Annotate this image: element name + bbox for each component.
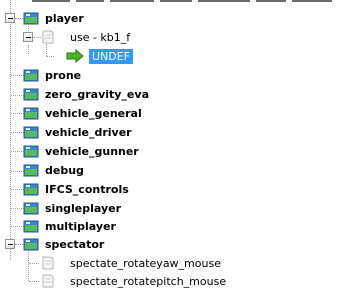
tree-node-multiplayer[interactable]: multiplayer	[45, 219, 116, 234]
group-folder-icon	[23, 69, 39, 82]
tree-node-spectate-rotatepitch-mouse[interactable]: spectate_rotatepitch_mouse	[70, 274, 226, 289]
clipped-previous-row	[30, 0, 341, 3]
group-folder-icon	[23, 164, 39, 177]
tree-node-singleplayer[interactable]: singleplayer	[45, 201, 121, 216]
group-folder-icon	[23, 88, 39, 101]
tree-node-spectator[interactable]: spectator	[45, 237, 104, 252]
collapse-use-node-toggle[interactable]	[23, 32, 33, 42]
group-folder-icon	[23, 12, 39, 25]
tree-node-spectate-rotateyaw-mouse[interactable]: spectate_rotateyaw_mouse	[70, 256, 221, 271]
tree-node-vehicle-general[interactable]: vehicle_general	[45, 106, 142, 121]
group-folder-icon	[23, 107, 39, 120]
action-document-icon	[42, 256, 54, 270]
tree-node-debug[interactable]: debug	[45, 163, 84, 178]
group-folder-icon	[23, 202, 39, 215]
tree-node-vehicle-driver[interactable]: vehicle_driver	[45, 125, 132, 140]
collapse-spectator-toggle[interactable]	[5, 239, 15, 249]
collapse-player-toggle[interactable]	[5, 13, 15, 23]
tree-node-player[interactable]: player	[45, 11, 84, 26]
group-folder-icon	[23, 238, 39, 251]
group-folder-icon	[23, 145, 39, 158]
group-folder-icon	[23, 183, 39, 196]
action-document-icon	[42, 30, 54, 44]
green-arrow-icon	[66, 49, 84, 63]
action-map-tree: player use - kb1_f UNDEF prone zero_grav…	[0, 0, 341, 288]
group-folder-icon	[23, 126, 39, 139]
tree-node-vehicle-gunner[interactable]: vehicle_gunner	[45, 144, 139, 159]
tree-node-use-kb1-f[interactable]: use - kb1_f	[70, 30, 130, 45]
group-folder-icon	[23, 220, 39, 233]
tree-node-prone[interactable]: prone	[45, 68, 81, 83]
tree-node-ifcs-controls[interactable]: IFCS_controls	[45, 182, 129, 197]
action-document-icon	[42, 274, 54, 288]
tree-node-undef-selected[interactable]: UNDEF	[89, 49, 134, 64]
tree-node-zero-gravity-eva[interactable]: zero_gravity_eva	[45, 87, 149, 102]
